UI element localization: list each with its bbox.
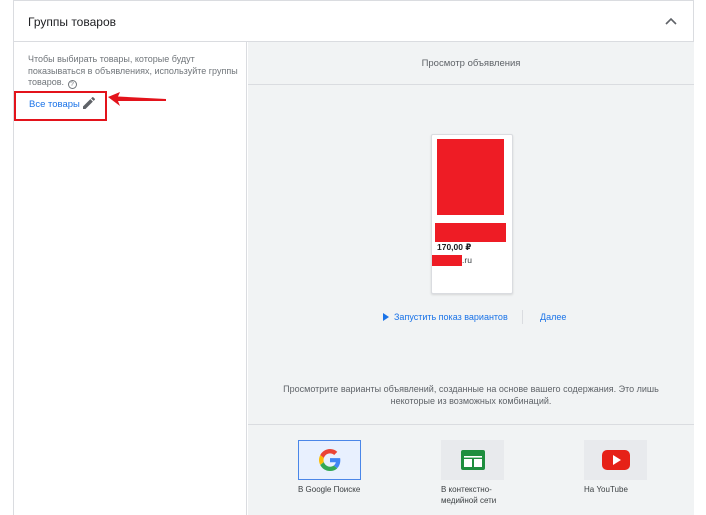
- help-icon[interactable]: ?: [67, 80, 77, 89]
- ad-preview-area: Просмотр объявления 170,00 ₽ .ru Запусти…: [248, 42, 694, 515]
- tab-google-search[interactable]: В Google Поиске: [298, 440, 378, 495]
- chevron-up-icon: [665, 17, 677, 25]
- tab-icon-box: [298, 440, 361, 480]
- preview-title: Просмотр объявления: [421, 58, 521, 69]
- annotation-arrow-icon: [108, 92, 166, 106]
- domain-suffix: .ru: [462, 255, 472, 265]
- run-variants-label: Запустить показ вариантов: [394, 312, 508, 322]
- product-title-redacted: [435, 223, 506, 242]
- product-image-redacted: [437, 139, 504, 215]
- tab-label: В контекстно-медийной сети: [441, 485, 497, 505]
- preview-description: Просмотрите варианты объявлений, созданн…: [283, 384, 659, 406]
- display-network-icon: [460, 450, 485, 470]
- section-header[interactable]: Группы товаров: [14, 0, 693, 42]
- tab-label: На YouTube: [584, 485, 628, 494]
- pencil-edit-icon[interactable]: [81, 95, 97, 111]
- tab-icon-box: [441, 440, 504, 480]
- tab-label: В Google Поиске: [298, 485, 361, 494]
- next-button[interactable]: Далее: [540, 312, 566, 322]
- tab-icon-box: [584, 440, 647, 480]
- product-price: 170,00 ₽: [437, 242, 472, 252]
- help-text: Чтобы выбирать товары, которые будут пок…: [28, 54, 238, 89]
- divider: [248, 84, 694, 85]
- help-text-body: Чтобы выбирать товары, которые будут пок…: [28, 54, 238, 87]
- ad-preview-card: 170,00 ₽ .ru: [431, 134, 513, 294]
- section-title: Группы товаров: [28, 15, 116, 29]
- product-groups-panel: Группы товаров Чтобы выбирать товары, ко…: [13, 0, 694, 515]
- youtube-icon: [601, 450, 630, 470]
- divider: [522, 310, 523, 324]
- tab-display-network[interactable]: В контекстно-медийной сети: [441, 440, 521, 506]
- play-icon: [383, 313, 389, 321]
- product-groups-sidebar: Чтобы выбирать товары, которые будут пок…: [14, 42, 247, 515]
- collapse-button[interactable]: [661, 12, 681, 30]
- all-products-link[interactable]: Все товары: [29, 99, 80, 110]
- google-icon: [318, 449, 340, 471]
- tab-youtube[interactable]: На YouTube: [584, 440, 664, 495]
- divider: [248, 424, 694, 425]
- run-variants-button[interactable]: Запустить показ вариантов: [383, 312, 508, 322]
- domain-redacted: [432, 255, 462, 266]
